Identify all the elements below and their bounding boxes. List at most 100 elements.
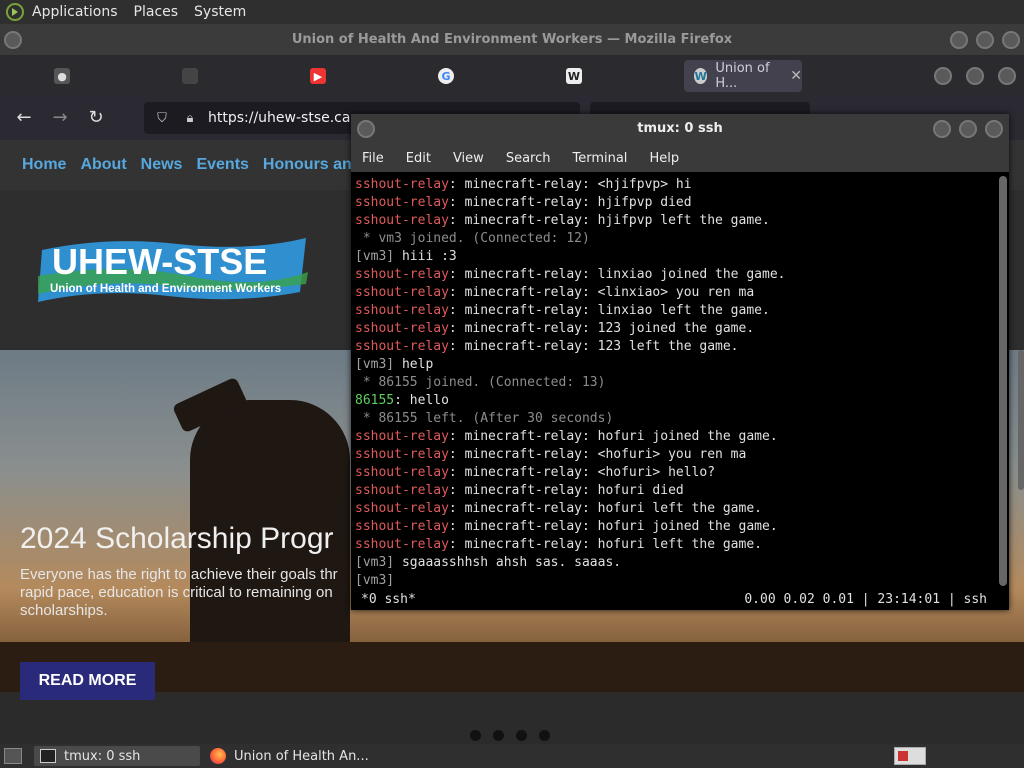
terminal-line: * vm3 joined. (Connected: 12): [355, 230, 997, 248]
back-icon[interactable]: ←: [10, 104, 38, 132]
taskbar-label: tmux: 0 ssh: [64, 748, 141, 764]
nav-events[interactable]: Events: [196, 156, 248, 174]
terminal-line-text: : minecraft-relay: hofuri died: [448, 483, 684, 498]
taskbar-item-terminal[interactable]: tmux: 0 ssh: [34, 746, 200, 766]
bottom-panel: tmux: 0 ssh Union of Health An...: [0, 744, 1024, 768]
read-more-button[interactable]: READ MORE: [20, 662, 155, 700]
terminal-line: sshout-relay: minecraft-relay: hjifpvp l…: [355, 212, 997, 230]
logo-subtitle: Union of Health and Environment Workers: [50, 283, 281, 295]
maximize-icon[interactable]: [976, 31, 994, 49]
menu-places[interactable]: Places: [126, 0, 187, 24]
menu-applications[interactable]: Applications: [24, 0, 126, 24]
close-icon[interactable]: [1002, 31, 1020, 49]
minimize-icon[interactable]: [933, 120, 951, 138]
top-panel: Applications Places System: [0, 0, 1024, 24]
nav-news[interactable]: News: [141, 156, 183, 174]
nav-home[interactable]: Home: [22, 156, 66, 174]
terminal-line-text: : minecraft-relay: hofuri joined the gam…: [448, 429, 778, 444]
terminal-line-text: : minecraft-relay: hofuri joined the gam…: [448, 519, 778, 534]
menu-search[interactable]: Search: [506, 151, 551, 166]
menu-file[interactable]: File: [362, 151, 384, 166]
distro-logo-icon[interactable]: [6, 3, 24, 21]
carousel-dot[interactable]: [493, 730, 504, 741]
terminal-line-text: : minecraft-relay: hjifpvp left the game…: [448, 213, 770, 228]
terminal-line-prefix: sshout-relay: [355, 519, 449, 534]
uhew-logo[interactable]: UHEW-STSE Union of Health and Environmen…: [38, 232, 308, 312]
minimize-icon[interactable]: [950, 31, 968, 49]
page-scrollbar[interactable]: [1018, 350, 1024, 490]
maximize-icon[interactable]: [959, 120, 977, 138]
generic-icon: [182, 68, 198, 84]
menu-view[interactable]: View: [453, 151, 484, 166]
terminal-window: tmux: 0 ssh File Edit View Search Termin…: [351, 114, 1009, 610]
workspace-switcher[interactable]: [894, 747, 926, 765]
terminal-line: sshout-relay: minecraft-relay: linxiao j…: [355, 266, 997, 284]
terminal-line: sshout-relay: minecraft-relay: <hofuri> …: [355, 464, 997, 482]
menu-system[interactable]: System: [186, 0, 254, 24]
shield-icon[interactable]: ⛉: [152, 111, 172, 126]
menu-edit[interactable]: Edit: [406, 151, 431, 166]
tab-wikipedia[interactable]: W: [556, 60, 676, 92]
forward-icon[interactable]: →: [46, 104, 74, 132]
google-icon: G: [438, 68, 454, 84]
terminal-line-text: : minecraft-relay: hjifpvp died: [448, 195, 692, 210]
terminal-line: sshout-relay: minecraft-relay: <hjifpvp>…: [355, 176, 997, 194]
terminal-line-text: * 86155 joined. (Connected: 13): [355, 375, 606, 390]
url-text[interactable]: https://uhew-stse.ca: [208, 110, 350, 126]
wikipedia-icon: W: [566, 68, 582, 84]
tab-close-icon[interactable]: ✕: [790, 68, 802, 84]
terminal-line-text: : minecraft-relay: 123 joined the game.: [448, 321, 755, 336]
tab-google[interactable]: G: [428, 60, 548, 92]
lock-icon[interactable]: 🔒︎: [180, 111, 200, 126]
nav-honours[interactable]: Honours an: [263, 156, 352, 174]
nav-about[interactable]: About: [80, 156, 126, 174]
terminal-line-prefix: sshout-relay: [355, 465, 449, 480]
carousel-dot[interactable]: [539, 730, 550, 741]
terminal-line-prefix: [vm3]: [355, 555, 395, 570]
terminal-line-prefix: sshout-relay: [355, 267, 449, 282]
window-menu-icon[interactable]: [357, 120, 375, 138]
tab-ctrl-icon[interactable]: [966, 67, 984, 85]
terminal-line-prefix: sshout-relay: [355, 429, 449, 444]
taskbar-item-firefox[interactable]: Union of Health An...: [204, 746, 374, 766]
terminal-scrollbar[interactable]: [999, 176, 1007, 586]
tab-ctrl-icon[interactable]: [998, 67, 1016, 85]
menu-help[interactable]: Help: [649, 151, 679, 166]
window-menu-icon[interactable]: [4, 31, 22, 49]
terminal-line-prefix: [vm3]: [355, 249, 395, 264]
tab-youtube[interactable]: ▶: [300, 60, 420, 92]
logo-title: UHEW-STSE: [52, 241, 267, 282]
tab-active-label: Union of H...: [715, 61, 770, 91]
tab-bar: ● ▶ G W W Union of H... ✕: [0, 56, 1024, 96]
taskbar-label: Union of Health An...: [234, 748, 369, 764]
terminal-line-text: : minecraft-relay: hofuri left the game.: [448, 537, 762, 552]
tmux-window-list[interactable]: *0 ssh*: [361, 592, 416, 607]
terminal-titlebar[interactable]: tmux: 0 ssh: [351, 114, 1009, 144]
terminal-line-prefix: 86155: [355, 393, 395, 408]
reload-icon[interactable]: ↻: [82, 104, 110, 132]
terminal-line: [vm3] sgaaasshhsh ahsh sas. saaas.: [355, 554, 997, 572]
terminal-line-prefix: sshout-relay: [355, 213, 449, 228]
menu-terminal[interactable]: Terminal: [572, 151, 627, 166]
carousel-dot[interactable]: [470, 730, 481, 741]
terminal-line: * 86155 joined. (Connected: 13): [355, 374, 997, 392]
terminal-line: sshout-relay: minecraft-relay: 123 left …: [355, 338, 997, 356]
tab-2[interactable]: [172, 60, 292, 92]
carousel-dot[interactable]: [516, 730, 527, 741]
terminal-line: sshout-relay: minecraft-relay: hofuri le…: [355, 500, 997, 518]
terminal-line-text: : minecraft-relay: <hofuri> hello?: [448, 465, 716, 480]
tab-ctrl-icon[interactable]: [934, 67, 952, 85]
terminal-line: sshout-relay: minecraft-relay: <linxiao>…: [355, 284, 997, 302]
terminal-line-prefix: [vm3]: [355, 357, 395, 372]
firefox-titlebar[interactable]: Union of Health And Environment Workers …: [0, 24, 1024, 56]
terminal-line: sshout-relay: minecraft-relay: hofuri le…: [355, 536, 997, 554]
tab-github[interactable]: ●: [44, 60, 164, 92]
hero-text: Everyone has the right to achieve their …: [20, 566, 338, 619]
terminal-line-prefix: sshout-relay: [355, 177, 449, 192]
show-desktop-icon[interactable]: [4, 748, 22, 764]
terminal-output[interactable]: sshout-relay: minecraft-relay: <hjifpvp>…: [351, 172, 997, 592]
terminal-line-prefix: sshout-relay: [355, 339, 449, 354]
tab-active[interactable]: W Union of H... ✕: [684, 60, 802, 92]
terminal-line: sshout-relay: minecraft-relay: 123 joine…: [355, 320, 997, 338]
close-icon[interactable]: [985, 120, 1003, 138]
